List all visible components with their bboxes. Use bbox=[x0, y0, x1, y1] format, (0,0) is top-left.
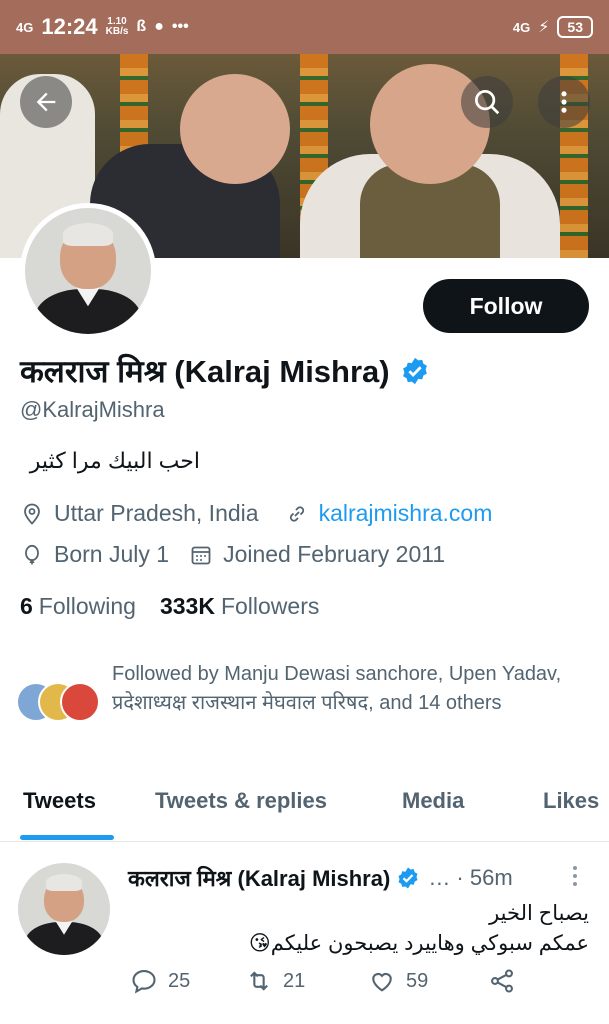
tweet-item[interactable]: कलराज मिश्र (Kalraj Mishra) … · 56m يصبا… bbox=[0, 843, 609, 1024]
tweet-header: कलराज मिश्र (Kalraj Mishra) … · 56m bbox=[128, 863, 513, 893]
reply-count: 25 bbox=[168, 969, 191, 992]
profile-tabs: Tweets Tweets & replies Media Likes bbox=[0, 776, 609, 842]
tweet-author-avatar[interactable] bbox=[18, 863, 110, 955]
profile-handle: @KalrajMishra bbox=[20, 397, 165, 422]
avatar-hair bbox=[45, 874, 83, 891]
avatar-hair bbox=[62, 223, 114, 246]
following-count: 6 bbox=[20, 593, 33, 619]
back-arrow-icon bbox=[36, 92, 56, 112]
network-indicator: 4G bbox=[16, 19, 34, 35]
search-icon bbox=[475, 90, 500, 115]
followers-label: Followers bbox=[220, 593, 320, 619]
calendar-icon bbox=[191, 546, 211, 564]
avatar-image bbox=[25, 208, 151, 334]
like-count: 59 bbox=[406, 969, 429, 992]
profile-birthday: Born July 1 bbox=[54, 541, 170, 567]
link-icon bbox=[289, 505, 304, 522]
like-button[interactable]: 59 bbox=[368, 967, 428, 995]
profile-location: Uttar Pradesh, India bbox=[54, 500, 259, 526]
retweet-icon bbox=[250, 971, 268, 991]
retweet-count: 21 bbox=[283, 969, 306, 992]
network-indicator-right: 4G bbox=[512, 19, 531, 35]
location-pin-icon bbox=[24, 503, 40, 525]
balloon-icon bbox=[25, 544, 39, 564]
profile-joined-date: Joined February 2011 bbox=[223, 541, 446, 567]
follower-avatar bbox=[60, 682, 100, 722]
share-icon bbox=[491, 969, 513, 993]
back-button[interactable] bbox=[20, 76, 72, 128]
status-bar: 4G 12:24 1.10 KB/s ß ● ••• 4G ⚡ 53 bbox=[0, 0, 609, 54]
follow-stats: 6 Following 333K Followers bbox=[20, 593, 319, 620]
tab-media[interactable]: Media bbox=[402, 776, 464, 814]
reply-button[interactable]: 25 bbox=[130, 967, 190, 995]
profile-name: कलराज मिश्र (Kalraj Mishra) bbox=[20, 350, 430, 392]
like-icon bbox=[372, 972, 392, 992]
clock: 12:24 bbox=[41, 14, 98, 39]
followed-by-avatars bbox=[16, 682, 108, 726]
profile-meta-row: Born July 1 Joined February 2011 bbox=[20, 541, 445, 568]
profile-avatar[interactable] bbox=[20, 203, 156, 339]
tab-likes[interactable]: Likes bbox=[543, 776, 599, 814]
search-button[interactable] bbox=[461, 76, 513, 128]
tweet-meta: … · 56m bbox=[428, 865, 513, 890]
battery-level: 53 bbox=[557, 16, 593, 38]
following-stat[interactable]: 6 Following bbox=[20, 593, 136, 620]
more-vertical-icon bbox=[573, 866, 577, 886]
profile-website-link[interactable]: kalrajmishra.com bbox=[319, 500, 493, 527]
tab-tweets-replies[interactable]: Tweets & replies bbox=[155, 776, 327, 814]
following-label: Following bbox=[38, 593, 136, 619]
profile-meta-row: Uttar Pradesh, India kalrajmishra.com bbox=[20, 500, 492, 527]
verified-badge-icon bbox=[398, 867, 418, 889]
followed-by-text: Followed by Manju Dewasi sanchore, Upen … bbox=[112, 663, 562, 714]
tab-tweets[interactable]: Tweets bbox=[23, 776, 96, 814]
followers-stat[interactable]: 333K Followers bbox=[160, 593, 319, 620]
more-vertical-icon bbox=[561, 91, 567, 113]
active-tab-indicator bbox=[20, 835, 114, 840]
followers-count: 333K bbox=[159, 593, 215, 619]
alert-icon: ● bbox=[154, 18, 164, 35]
tweet-text-line: يصباح الخير bbox=[489, 902, 589, 925]
tweet-author-name[interactable]: कलराज मिश्र (Kalraj Mishra) bbox=[128, 863, 390, 893]
tweet-text-line: عمكم سبوكي وهاييرد يصبحون عليكم😘 bbox=[248, 932, 589, 955]
verified-badge-icon bbox=[402, 357, 427, 385]
speed-unit: KB/s bbox=[105, 26, 129, 37]
followed-by-section[interactable]: Followed by Manju Dewasi sanchore, Upen … bbox=[16, 660, 596, 726]
banner-person-head bbox=[180, 74, 290, 184]
follow-button[interactable]: Follow bbox=[423, 279, 589, 333]
more-notifications: ••• bbox=[171, 18, 189, 35]
retweet-button[interactable]: 21 bbox=[245, 967, 305, 995]
network-speed: 1.10 KB/s bbox=[106, 17, 129, 37]
profile-name-text: कलराज मिश्र (Kalraj Mishra) bbox=[20, 354, 390, 389]
more-options-button[interactable] bbox=[538, 76, 590, 128]
reply-icon bbox=[132, 970, 156, 994]
tweet-more-button[interactable] bbox=[568, 863, 582, 895]
charging-icon: ⚡ bbox=[538, 19, 550, 36]
notification-icon: ß bbox=[136, 18, 147, 35]
profile-bio: احب البيك مرا كثير bbox=[29, 448, 200, 473]
share-button[interactable] bbox=[488, 967, 516, 995]
